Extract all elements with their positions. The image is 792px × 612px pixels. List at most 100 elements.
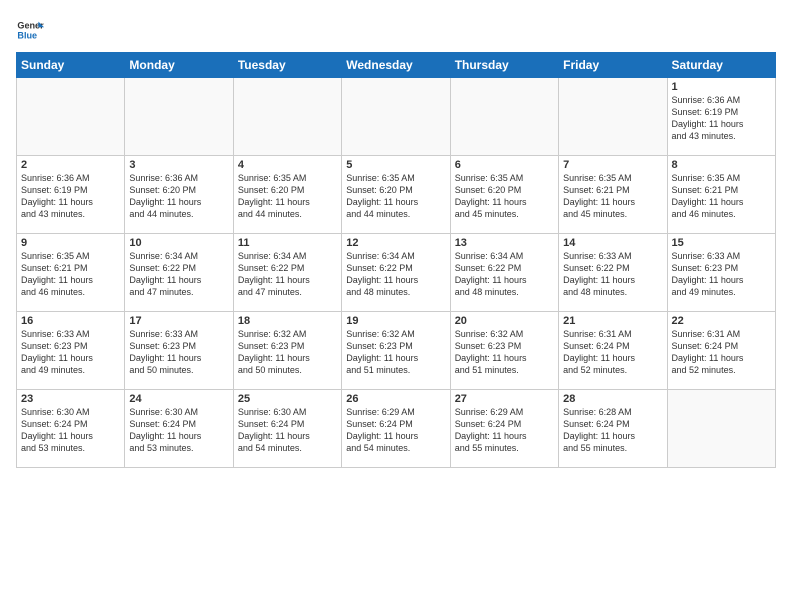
day-number: 12 bbox=[346, 237, 445, 249]
day-number: 7 bbox=[563, 159, 662, 171]
day-info: Sunrise: 6:31 AM Sunset: 6:24 PM Dayligh… bbox=[672, 328, 771, 377]
day-number: 19 bbox=[346, 315, 445, 327]
calendar-cell: 26Sunrise: 6:29 AM Sunset: 6:24 PM Dayli… bbox=[342, 390, 450, 468]
day-number: 28 bbox=[563, 393, 662, 405]
calendar-cell: 21Sunrise: 6:31 AM Sunset: 6:24 PM Dayli… bbox=[559, 312, 667, 390]
calendar-cell: 17Sunrise: 6:33 AM Sunset: 6:23 PM Dayli… bbox=[125, 312, 233, 390]
calendar-cell: 23Sunrise: 6:30 AM Sunset: 6:24 PM Dayli… bbox=[17, 390, 125, 468]
calendar-cell: 7Sunrise: 6:35 AM Sunset: 6:21 PM Daylig… bbox=[559, 156, 667, 234]
day-number: 4 bbox=[238, 159, 337, 171]
calendar-cell: 10Sunrise: 6:34 AM Sunset: 6:22 PM Dayli… bbox=[125, 234, 233, 312]
day-number: 1 bbox=[672, 81, 771, 93]
calendar-cell: 3Sunrise: 6:36 AM Sunset: 6:20 PM Daylig… bbox=[125, 156, 233, 234]
calendar-cell: 22Sunrise: 6:31 AM Sunset: 6:24 PM Dayli… bbox=[667, 312, 775, 390]
weekday-header-monday: Monday bbox=[125, 53, 233, 78]
day-info: Sunrise: 6:34 AM Sunset: 6:22 PM Dayligh… bbox=[346, 250, 445, 299]
day-info: Sunrise: 6:35 AM Sunset: 6:21 PM Dayligh… bbox=[672, 172, 771, 221]
calendar-cell: 8Sunrise: 6:35 AM Sunset: 6:21 PM Daylig… bbox=[667, 156, 775, 234]
day-number: 11 bbox=[238, 237, 337, 249]
calendar-cell bbox=[667, 390, 775, 468]
weekday-header-friday: Friday bbox=[559, 53, 667, 78]
day-number: 10 bbox=[129, 237, 228, 249]
day-number: 8 bbox=[672, 159, 771, 171]
calendar-cell: 6Sunrise: 6:35 AM Sunset: 6:20 PM Daylig… bbox=[450, 156, 558, 234]
day-info: Sunrise: 6:30 AM Sunset: 6:24 PM Dayligh… bbox=[21, 406, 120, 455]
day-info: Sunrise: 6:30 AM Sunset: 6:24 PM Dayligh… bbox=[129, 406, 228, 455]
svg-text:Blue: Blue bbox=[17, 30, 37, 40]
day-info: Sunrise: 6:30 AM Sunset: 6:24 PM Dayligh… bbox=[238, 406, 337, 455]
calendar-cell bbox=[233, 78, 341, 156]
week-row-4: 16Sunrise: 6:33 AM Sunset: 6:23 PM Dayli… bbox=[17, 312, 776, 390]
day-number: 21 bbox=[563, 315, 662, 327]
week-row-1: 1Sunrise: 6:36 AM Sunset: 6:19 PM Daylig… bbox=[17, 78, 776, 156]
calendar-cell: 5Sunrise: 6:35 AM Sunset: 6:20 PM Daylig… bbox=[342, 156, 450, 234]
day-info: Sunrise: 6:34 AM Sunset: 6:22 PM Dayligh… bbox=[129, 250, 228, 299]
day-number: 14 bbox=[563, 237, 662, 249]
calendar-cell: 25Sunrise: 6:30 AM Sunset: 6:24 PM Dayli… bbox=[233, 390, 341, 468]
day-info: Sunrise: 6:34 AM Sunset: 6:22 PM Dayligh… bbox=[238, 250, 337, 299]
day-info: Sunrise: 6:36 AM Sunset: 6:19 PM Dayligh… bbox=[672, 94, 771, 143]
header: General Blue bbox=[16, 16, 776, 44]
calendar-cell: 28Sunrise: 6:28 AM Sunset: 6:24 PM Dayli… bbox=[559, 390, 667, 468]
day-number: 5 bbox=[346, 159, 445, 171]
weekday-header-sunday: Sunday bbox=[17, 53, 125, 78]
day-number: 9 bbox=[21, 237, 120, 249]
calendar-cell bbox=[450, 78, 558, 156]
day-info: Sunrise: 6:34 AM Sunset: 6:22 PM Dayligh… bbox=[455, 250, 554, 299]
calendar-cell: 1Sunrise: 6:36 AM Sunset: 6:19 PM Daylig… bbox=[667, 78, 775, 156]
day-number: 27 bbox=[455, 393, 554, 405]
day-number: 20 bbox=[455, 315, 554, 327]
calendar-cell bbox=[342, 78, 450, 156]
day-info: Sunrise: 6:28 AM Sunset: 6:24 PM Dayligh… bbox=[563, 406, 662, 455]
calendar-cell: 13Sunrise: 6:34 AM Sunset: 6:22 PM Dayli… bbox=[450, 234, 558, 312]
day-info: Sunrise: 6:33 AM Sunset: 6:22 PM Dayligh… bbox=[563, 250, 662, 299]
weekday-header-row: SundayMondayTuesdayWednesdayThursdayFrid… bbox=[17, 53, 776, 78]
day-info: Sunrise: 6:35 AM Sunset: 6:21 PM Dayligh… bbox=[21, 250, 120, 299]
day-number: 17 bbox=[129, 315, 228, 327]
calendar-cell bbox=[125, 78, 233, 156]
calendar-cell: 27Sunrise: 6:29 AM Sunset: 6:24 PM Dayli… bbox=[450, 390, 558, 468]
calendar-cell: 2Sunrise: 6:36 AM Sunset: 6:19 PM Daylig… bbox=[17, 156, 125, 234]
calendar-cell: 4Sunrise: 6:35 AM Sunset: 6:20 PM Daylig… bbox=[233, 156, 341, 234]
day-number: 16 bbox=[21, 315, 120, 327]
day-info: Sunrise: 6:35 AM Sunset: 6:20 PM Dayligh… bbox=[346, 172, 445, 221]
calendar: SundayMondayTuesdayWednesdayThursdayFrid… bbox=[16, 52, 776, 468]
weekday-header-wednesday: Wednesday bbox=[342, 53, 450, 78]
logo-icon: General Blue bbox=[16, 16, 44, 44]
day-info: Sunrise: 6:29 AM Sunset: 6:24 PM Dayligh… bbox=[455, 406, 554, 455]
calendar-cell: 9Sunrise: 6:35 AM Sunset: 6:21 PM Daylig… bbox=[17, 234, 125, 312]
calendar-cell: 12Sunrise: 6:34 AM Sunset: 6:22 PM Dayli… bbox=[342, 234, 450, 312]
calendar-cell: 15Sunrise: 6:33 AM Sunset: 6:23 PM Dayli… bbox=[667, 234, 775, 312]
logo: General Blue bbox=[16, 16, 44, 44]
week-row-3: 9Sunrise: 6:35 AM Sunset: 6:21 PM Daylig… bbox=[17, 234, 776, 312]
day-number: 26 bbox=[346, 393, 445, 405]
day-info: Sunrise: 6:33 AM Sunset: 6:23 PM Dayligh… bbox=[672, 250, 771, 299]
day-info: Sunrise: 6:32 AM Sunset: 6:23 PM Dayligh… bbox=[238, 328, 337, 377]
week-row-5: 23Sunrise: 6:30 AM Sunset: 6:24 PM Dayli… bbox=[17, 390, 776, 468]
weekday-header-saturday: Saturday bbox=[667, 53, 775, 78]
day-number: 3 bbox=[129, 159, 228, 171]
day-number: 18 bbox=[238, 315, 337, 327]
calendar-cell bbox=[559, 78, 667, 156]
calendar-cell: 19Sunrise: 6:32 AM Sunset: 6:23 PM Dayli… bbox=[342, 312, 450, 390]
calendar-cell: 20Sunrise: 6:32 AM Sunset: 6:23 PM Dayli… bbox=[450, 312, 558, 390]
calendar-cell: 11Sunrise: 6:34 AM Sunset: 6:22 PM Dayli… bbox=[233, 234, 341, 312]
day-info: Sunrise: 6:31 AM Sunset: 6:24 PM Dayligh… bbox=[563, 328, 662, 377]
day-number: 24 bbox=[129, 393, 228, 405]
day-number: 25 bbox=[238, 393, 337, 405]
day-info: Sunrise: 6:29 AM Sunset: 6:24 PM Dayligh… bbox=[346, 406, 445, 455]
day-info: Sunrise: 6:35 AM Sunset: 6:20 PM Dayligh… bbox=[455, 172, 554, 221]
day-info: Sunrise: 6:35 AM Sunset: 6:20 PM Dayligh… bbox=[238, 172, 337, 221]
day-number: 13 bbox=[455, 237, 554, 249]
calendar-cell: 18Sunrise: 6:32 AM Sunset: 6:23 PM Dayli… bbox=[233, 312, 341, 390]
day-info: Sunrise: 6:35 AM Sunset: 6:21 PM Dayligh… bbox=[563, 172, 662, 221]
day-number: 6 bbox=[455, 159, 554, 171]
day-info: Sunrise: 6:32 AM Sunset: 6:23 PM Dayligh… bbox=[346, 328, 445, 377]
weekday-header-tuesday: Tuesday bbox=[233, 53, 341, 78]
day-number: 2 bbox=[21, 159, 120, 171]
day-number: 15 bbox=[672, 237, 771, 249]
day-info: Sunrise: 6:36 AM Sunset: 6:20 PM Dayligh… bbox=[129, 172, 228, 221]
day-info: Sunrise: 6:32 AM Sunset: 6:23 PM Dayligh… bbox=[455, 328, 554, 377]
day-info: Sunrise: 6:33 AM Sunset: 6:23 PM Dayligh… bbox=[21, 328, 120, 377]
day-number: 22 bbox=[672, 315, 771, 327]
